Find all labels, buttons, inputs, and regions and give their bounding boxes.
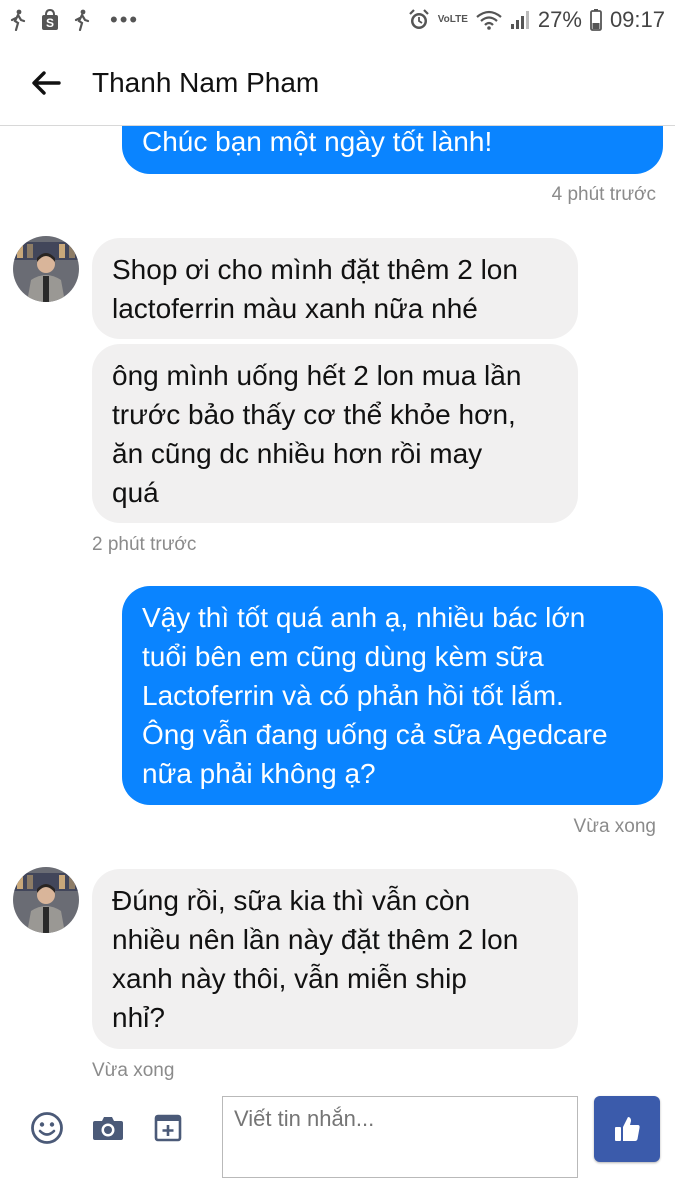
message-line: lactoferrin màu xanh nữa nhé	[112, 293, 478, 324]
status-bar: S ••• VoLTE 27% 09:17	[0, 0, 675, 40]
message-line: ông mình uống hết 2 lon mua lần	[112, 360, 522, 391]
battery-percent: 27%	[537, 7, 582, 32]
attach-button[interactable]	[150, 1110, 186, 1146]
alarm-icon	[408, 9, 430, 31]
message-timestamp: Vừa xong	[92, 1060, 175, 1081]
emoji-button[interactable]	[29, 1110, 65, 1146]
message-line: Shop ơi cho mình đặt thêm 2 lon	[112, 254, 518, 285]
message-timestamp: 4 phút trước	[551, 184, 656, 205]
conversation-header: Thanh Nam Pham	[0, 40, 675, 126]
message-timestamp: Vừa xong	[573, 816, 656, 837]
camera-button[interactable]	[90, 1110, 126, 1146]
volte-icon: VoLTE	[437, 14, 468, 25]
back-button[interactable]	[0, 40, 92, 126]
message-line: quá	[112, 477, 159, 508]
clock: 09:17	[609, 7, 665, 32]
message-line: ăn cũng dc nhiều hơn rồi may	[112, 438, 483, 469]
message-input[interactable]	[222, 1096, 578, 1178]
incoming-message[interactable]: Đúng rồi, sữa kia thì vẫn còn nhiều nên …	[92, 869, 578, 1049]
signal-icon	[510, 10, 530, 30]
message-list[interactable]: Chúc bạn một ngày tốt lành! 4 phút trước…	[0, 126, 675, 1090]
message-line: Ông vẫn đang uống cả sữa Agedcare	[142, 719, 608, 750]
message-line: nhỉ?	[112, 1002, 165, 1033]
message-text: Chúc bạn một ngày tốt lành!	[142, 126, 493, 157]
emoji-icon	[31, 1112, 63, 1144]
shopee-icon: S	[40, 9, 60, 31]
status-right: VoLTE 27% 09:17	[408, 7, 665, 33]
outgoing-message[interactable]: Chúc bạn một ngày tốt lành!	[122, 126, 663, 174]
back-arrow-icon	[32, 70, 61, 95]
message-line: Vậy thì tốt quá anh ạ, nhiều bác lớn	[142, 602, 586, 633]
message-line: xanh này thôi, vẫn miễn ship	[112, 963, 467, 994]
outgoing-message[interactable]: Vậy thì tốt quá anh ạ, nhiều bác lớn tuổ…	[122, 586, 663, 805]
walk-icon	[74, 9, 90, 31]
contact-avatar[interactable]	[13, 236, 79, 302]
more-dots-icon: •••	[110, 7, 140, 32]
message-line: trước bảo thấy cơ thể khỏe hơn,	[112, 399, 516, 430]
incoming-message[interactable]: ông mình uống hết 2 lon mua lần trước bả…	[92, 344, 578, 523]
message-line: tuổi bên em cũng dùng kèm sữa	[142, 641, 544, 672]
message-line: Đúng rồi, sữa kia thì vẫn còn	[112, 885, 471, 916]
incoming-message[interactable]: Shop ơi cho mình đặt thêm 2 lon lactofer…	[92, 238, 578, 339]
camera-icon	[93, 1117, 123, 1140]
walk-icon	[10, 9, 26, 31]
like-icon	[615, 1117, 640, 1141]
message-timestamp: 2 phút trước	[92, 534, 197, 555]
wifi-icon	[476, 10, 502, 30]
svg-text:S: S	[46, 16, 54, 30]
like-button[interactable]	[594, 1096, 660, 1162]
message-line: nữa phải không ạ?	[142, 758, 376, 789]
status-left: S •••	[10, 7, 139, 33]
contact-avatar[interactable]	[13, 867, 79, 933]
contact-name[interactable]: Thanh Nam Pham	[92, 67, 319, 99]
attach-icon	[154, 1114, 182, 1142]
message-line: nhiều nên lần này đặt thêm 2 lon	[112, 924, 519, 955]
message-composer	[0, 1090, 675, 1200]
battery-icon	[590, 9, 602, 31]
message-line: Lactoferrin và có phản hồi tốt lắm.	[142, 680, 564, 711]
